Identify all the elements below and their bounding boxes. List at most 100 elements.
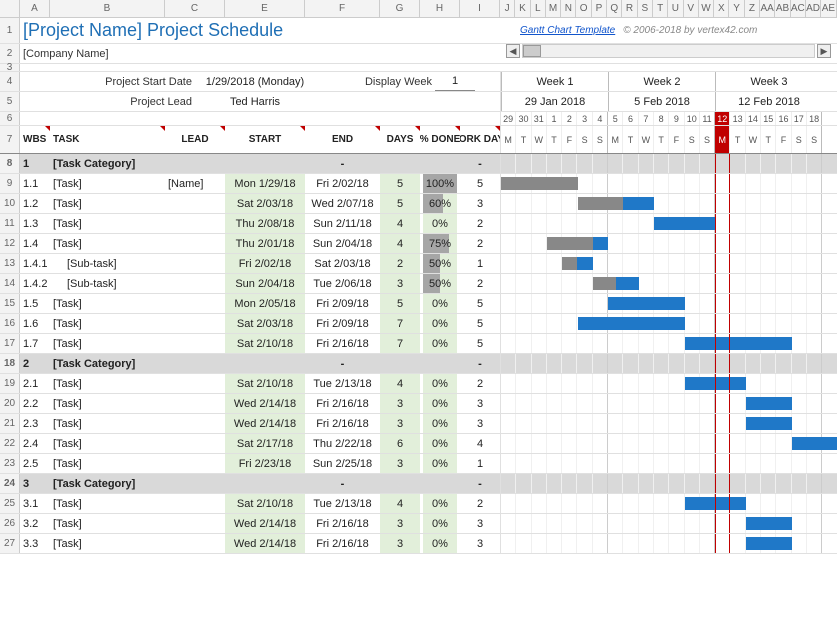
task-row[interactable]: 151.5[Task]Mon 2/05/18Fri 2/09/1850%5 (0, 294, 837, 314)
cell-end[interactable]: Fri 2/16/18 (305, 514, 380, 533)
cell-workdays[interactable]: 5 (460, 314, 500, 333)
cell-days[interactable]: 2 (380, 254, 420, 273)
cell-task[interactable]: [Task] (50, 194, 165, 213)
cell-days[interactable]: 5 (380, 174, 420, 193)
row-header[interactable]: 9 (0, 174, 20, 193)
task-row[interactable]: 253.1[Task]Sat 2/10/18Tue 2/13/1840%2 (0, 494, 837, 514)
cell-wbs[interactable]: 3 (20, 474, 50, 493)
cell-days[interactable]: 3 (380, 414, 420, 433)
cell-pct[interactable]: 0% (420, 214, 460, 233)
cell-workdays[interactable]: - (460, 474, 500, 493)
task-row[interactable]: 171.7[Task]Sat 2/10/18Fri 2/16/1870%5 (0, 334, 837, 354)
cell-pct[interactable]: 0% (420, 334, 460, 353)
task-row[interactable]: 273.3[Task]Wed 2/14/18Fri 2/16/1830%3 (0, 534, 837, 554)
scroll-track[interactable] (522, 44, 815, 58)
cell-task[interactable]: [Task] (50, 514, 165, 533)
cell-start[interactable]: Sat 2/03/18 (225, 194, 305, 213)
cell-wbs[interactable]: 1.5 (20, 294, 50, 313)
cell-start[interactable] (225, 354, 305, 373)
col-header-AA[interactable]: AA (760, 0, 775, 17)
cell-task[interactable]: [Task] (50, 394, 165, 413)
gantt-bar[interactable] (685, 497, 746, 510)
row-4[interactable]: 4 Project Start Date 1/29/2018 (Monday) … (0, 72, 837, 92)
gantt-bar[interactable] (746, 537, 792, 550)
gantt-bar[interactable] (746, 417, 792, 430)
col-header-I[interactable]: I (460, 0, 500, 17)
row-header[interactable]: 25 (0, 494, 20, 513)
cell-wbs[interactable]: 3.2 (20, 514, 50, 533)
cell-start[interactable]: Wed 2/14/18 (225, 514, 305, 533)
row-header[interactable]: 19 (0, 374, 20, 393)
col-header-AE[interactable]: AE (821, 0, 836, 17)
gantt-bar[interactable] (746, 397, 792, 410)
cell-start[interactable]: Sat 2/10/18 (225, 374, 305, 393)
col-header-AB[interactable]: AB (775, 0, 790, 17)
col-header-B[interactable]: B (50, 0, 165, 17)
cell-end[interactable]: Wed 2/07/18 (305, 194, 380, 213)
task-row[interactable]: 222.4[Task]Sat 2/17/18Thu 2/22/1860%4 (0, 434, 837, 454)
row-header[interactable]: 23 (0, 454, 20, 473)
cell-task[interactable]: [Task] (50, 374, 165, 393)
cell-lead[interactable] (165, 154, 225, 173)
hdr-wbs[interactable]: WBS (20, 126, 50, 153)
task-row[interactable]: 161.6[Task]Sat 2/03/18Fri 2/09/1870%5 (0, 314, 837, 334)
row-1[interactable]: 1 [Project Name] Project Schedule Gantt … (0, 18, 837, 44)
cell-end[interactable]: Tue 2/13/18 (305, 494, 380, 513)
col-header-A[interactable]: A (20, 0, 50, 17)
cell-wbs[interactable]: 1.3 (20, 214, 50, 233)
cell-lead[interactable] (165, 534, 225, 553)
col-header-U[interactable]: U (668, 0, 683, 17)
cell-lead[interactable] (165, 434, 225, 453)
cell-end[interactable]: Fri 2/09/18 (305, 314, 380, 333)
template-link[interactable]: Gantt Chart Template (520, 25, 615, 36)
cell-start[interactable]: Mon 1/29/18 (225, 174, 305, 193)
cell-workdays[interactable]: 2 (460, 374, 500, 393)
cell-end[interactable]: Fri 2/16/18 (305, 534, 380, 553)
col-header-M[interactable]: M (546, 0, 561, 17)
row-7[interactable]: 7 WBS TASK LEAD START END DAYS % DONE WO… (0, 126, 837, 154)
cell-start[interactable]: Wed 2/14/18 (225, 414, 305, 433)
cell-end[interactable]: Fri 2/02/18 (305, 174, 380, 193)
cell-pct[interactable]: 0% (420, 514, 460, 533)
row-3[interactable]: 3 (0, 64, 837, 72)
cell-days[interactable]: 3 (380, 534, 420, 553)
cell-lead[interactable] (165, 394, 225, 413)
value-start-date[interactable]: 1/29/2018 (Monday) (195, 72, 315, 91)
cell-days[interactable]: 3 (380, 454, 420, 473)
cell-days[interactable] (380, 154, 420, 173)
cell-wbs[interactable]: 2.3 (20, 414, 50, 433)
cell-days[interactable]: 7 (380, 314, 420, 333)
cell-pct[interactable]: 0% (420, 454, 460, 473)
cell-wbs[interactable]: 1.7 (20, 334, 50, 353)
cell-task[interactable]: [Task] (50, 494, 165, 513)
cell-end[interactable]: - (305, 154, 380, 173)
cell-task[interactable]: [Task] (50, 454, 165, 473)
cell-end[interactable]: Thu 2/22/18 (305, 434, 380, 453)
row-header[interactable]: 27 (0, 534, 20, 553)
col-header-J[interactable]: J (500, 0, 515, 17)
cell-start[interactable] (225, 154, 305, 173)
hdr-start[interactable]: START (225, 126, 305, 153)
cell-workdays[interactable]: 3 (460, 514, 500, 533)
week-scroller[interactable]: ◀ ▶ (500, 44, 837, 58)
category-row[interactable]: 182[Task Category]-- (0, 354, 837, 374)
cell-lead[interactable] (165, 294, 225, 313)
cell-end[interactable]: Fri 2/16/18 (305, 414, 380, 433)
cell-pct[interactable]: 50% (420, 274, 460, 293)
cell-workdays[interactable]: - (460, 154, 500, 173)
cell-end[interactable]: Fri 2/16/18 (305, 394, 380, 413)
cell-end[interactable]: Sat 2/03/18 (305, 254, 380, 273)
cell-pct[interactable]: 0% (420, 534, 460, 553)
cell-task[interactable]: [Task Category] (50, 474, 165, 493)
cell-start[interactable]: Thu 2/08/18 (225, 214, 305, 233)
cell-days[interactable] (380, 474, 420, 493)
row-header[interactable]: 16 (0, 314, 20, 333)
col-header-X[interactable]: X (714, 0, 729, 17)
cell-days[interactable]: 5 (380, 294, 420, 313)
task-row[interactable]: 141.4.2[Sub-task]Sun 2/04/18Tue 2/06/183… (0, 274, 837, 294)
cell-workdays[interactable]: 3 (460, 534, 500, 553)
col-header-O[interactable]: O (576, 0, 591, 17)
task-row[interactable]: 131.4.1[Sub-task]Fri 2/02/18Sat 2/03/182… (0, 254, 837, 274)
row-6[interactable]: 6 293031123456789101112131415161718 (0, 112, 837, 126)
cell-workdays[interactable]: 3 (460, 414, 500, 433)
